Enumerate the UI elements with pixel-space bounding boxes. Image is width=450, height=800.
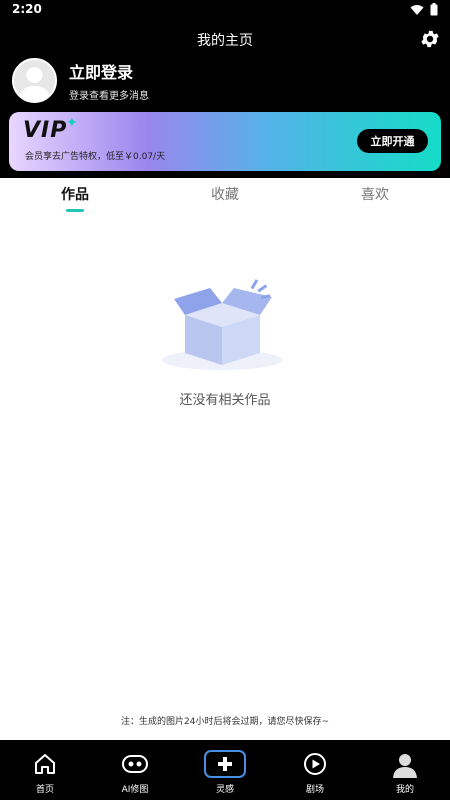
sparkle-icon: ✦ <box>66 115 78 131</box>
vip-banner[interactable]: VIP ✦ 会员享去广告特权，低至￥0.07/天 立即开通 <box>9 112 441 171</box>
vip-logo: VIP <box>23 118 68 143</box>
content-tabs: 作品 收藏 喜欢 <box>0 178 450 212</box>
vip-activate-button[interactable]: 立即开通 <box>357 129 428 153</box>
empty-state: 还没有相关作品 <box>0 275 450 408</box>
tab-works[interactable]: 作品 <box>45 184 105 212</box>
nav-mine[interactable]: 我的 <box>360 740 450 800</box>
play-icon <box>304 753 326 775</box>
nav-label: 剧场 <box>305 785 324 795</box>
nav-theater[interactable]: 剧场 <box>270 740 360 800</box>
expiry-note: 注：生成的图片24小时后将会过期，请您尽快保存~ <box>121 717 329 727</box>
tab-favorites[interactable]: 收藏 <box>195 184 255 204</box>
empty-state-text: 还没有相关作品 <box>179 393 271 408</box>
tab-likes[interactable]: 喜欢 <box>345 184 405 204</box>
tab-label: 收藏 <box>211 187 239 203</box>
active-tab-indicator <box>66 209 84 212</box>
nav-ai-retouch[interactable]: AI修图 <box>90 740 180 800</box>
login-entry[interactable]: 立即登录 登录查看更多消息 <box>12 57 149 103</box>
wifi-icon <box>410 4 424 15</box>
status-bar: 2:20 <box>0 0 450 20</box>
tab-label: 喜欢 <box>361 187 389 203</box>
avatar[interactable] <box>12 57 57 103</box>
tab-label: 作品 <box>61 187 89 203</box>
vip-description: 会员享去广告特权，低至￥0.07/天 <box>25 152 166 162</box>
home-icon <box>35 754 55 774</box>
user-icon <box>393 754 417 778</box>
login-subtitle: 登录查看更多消息 <box>69 90 149 102</box>
system-icons <box>410 3 438 16</box>
nav-label: AI修图 <box>121 785 149 795</box>
nav-home[interactable]: 首页 <box>0 740 90 800</box>
profile-header: 我的主页 立即登录 登录查看更多消息 VIP ✦ 会员享去广告特权，低至￥0.0… <box>0 20 450 178</box>
nav-label: 我的 <box>395 785 414 795</box>
battery-icon <box>430 3 438 16</box>
empty-box-icon <box>162 279 282 370</box>
page-title: 我的主页 <box>197 33 253 49</box>
nav-label: 首页 <box>35 785 54 795</box>
plus-icon <box>204 750 246 778</box>
default-avatar-icon <box>18 66 51 101</box>
settings-gear-icon[interactable] <box>419 28 441 50</box>
nav-inspiration[interactable]: 灵感 <box>180 740 270 800</box>
login-title[interactable]: 立即登录 <box>69 59 149 83</box>
bottom-nav: 首页 AI修图 灵感 剧场 我的 <box>0 740 450 800</box>
nav-label: 灵感 <box>215 785 234 795</box>
status-time: 2:20 <box>12 2 42 16</box>
gamepad-icon <box>122 755 148 773</box>
